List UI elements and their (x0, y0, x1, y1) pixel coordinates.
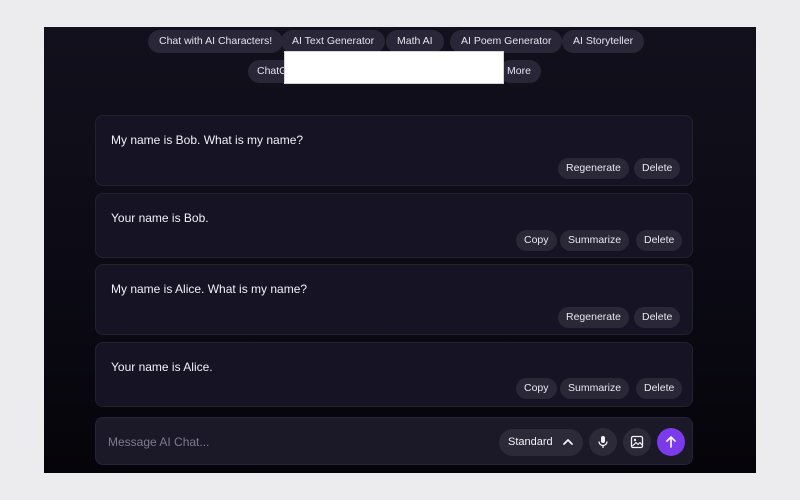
chat-app: Chat with AI Characters! AI Text Generat… (44, 27, 756, 473)
delete-button[interactable]: Delete (636, 230, 683, 251)
microphone-button[interactable] (589, 428, 617, 456)
nav-pill-ai-poem-generator[interactable]: AI Poem Generator (450, 30, 563, 53)
nav-pill-chat-with-ai-characters[interactable]: Chat with AI Characters! (148, 30, 284, 53)
regenerate-button[interactable]: Regenerate (558, 307, 629, 328)
message-text: My name is Alice. What is my name? (111, 282, 308, 296)
copy-button[interactable]: Copy (516, 378, 557, 399)
delete-button[interactable]: Delete (634, 307, 681, 328)
redacted-region (284, 51, 504, 84)
image-upload-button[interactable] (623, 428, 651, 456)
regenerate-button[interactable]: Regenerate (558, 158, 629, 179)
message-composer: Standard (95, 417, 693, 465)
model-selector[interactable]: Standard (499, 429, 583, 456)
summarize-button[interactable]: Summarize (560, 378, 630, 399)
delete-button[interactable]: Delete (636, 378, 683, 399)
send-button[interactable] (657, 428, 685, 456)
nav-pill-ai-text-generator[interactable]: AI Text Generator (281, 30, 386, 53)
image-icon (630, 435, 644, 449)
delete-button[interactable]: Delete (634, 158, 681, 179)
nav-pill-ai-storyteller[interactable]: AI Storyteller (562, 30, 645, 53)
microphone-icon (598, 436, 608, 448)
model-selector-label: Standard (508, 436, 553, 448)
message-card-assistant: Your name is Alice. Copy Summarize Delet… (95, 342, 693, 407)
chevron-up-icon (563, 439, 573, 445)
arrow-up-icon (666, 436, 676, 448)
summarize-button[interactable]: Summarize (560, 230, 630, 251)
nav-pill-more[interactable]: More (499, 60, 541, 83)
message-card-user: My name is Alice. What is my name? Regen… (95, 264, 693, 335)
copy-button[interactable]: Copy (516, 230, 557, 251)
message-card-assistant: Your name is Bob. Copy Summarize Delete (95, 193, 693, 258)
message-text: Your name is Alice. (111, 360, 213, 374)
message-card-user: My name is Bob. What is my name? Regener… (95, 115, 693, 186)
message-text: Your name is Bob. (111, 211, 209, 225)
nav-pill-math-ai[interactable]: Math AI (386, 30, 444, 53)
message-text: My name is Bob. What is my name? (111, 133, 304, 147)
message-input[interactable] (106, 427, 490, 457)
